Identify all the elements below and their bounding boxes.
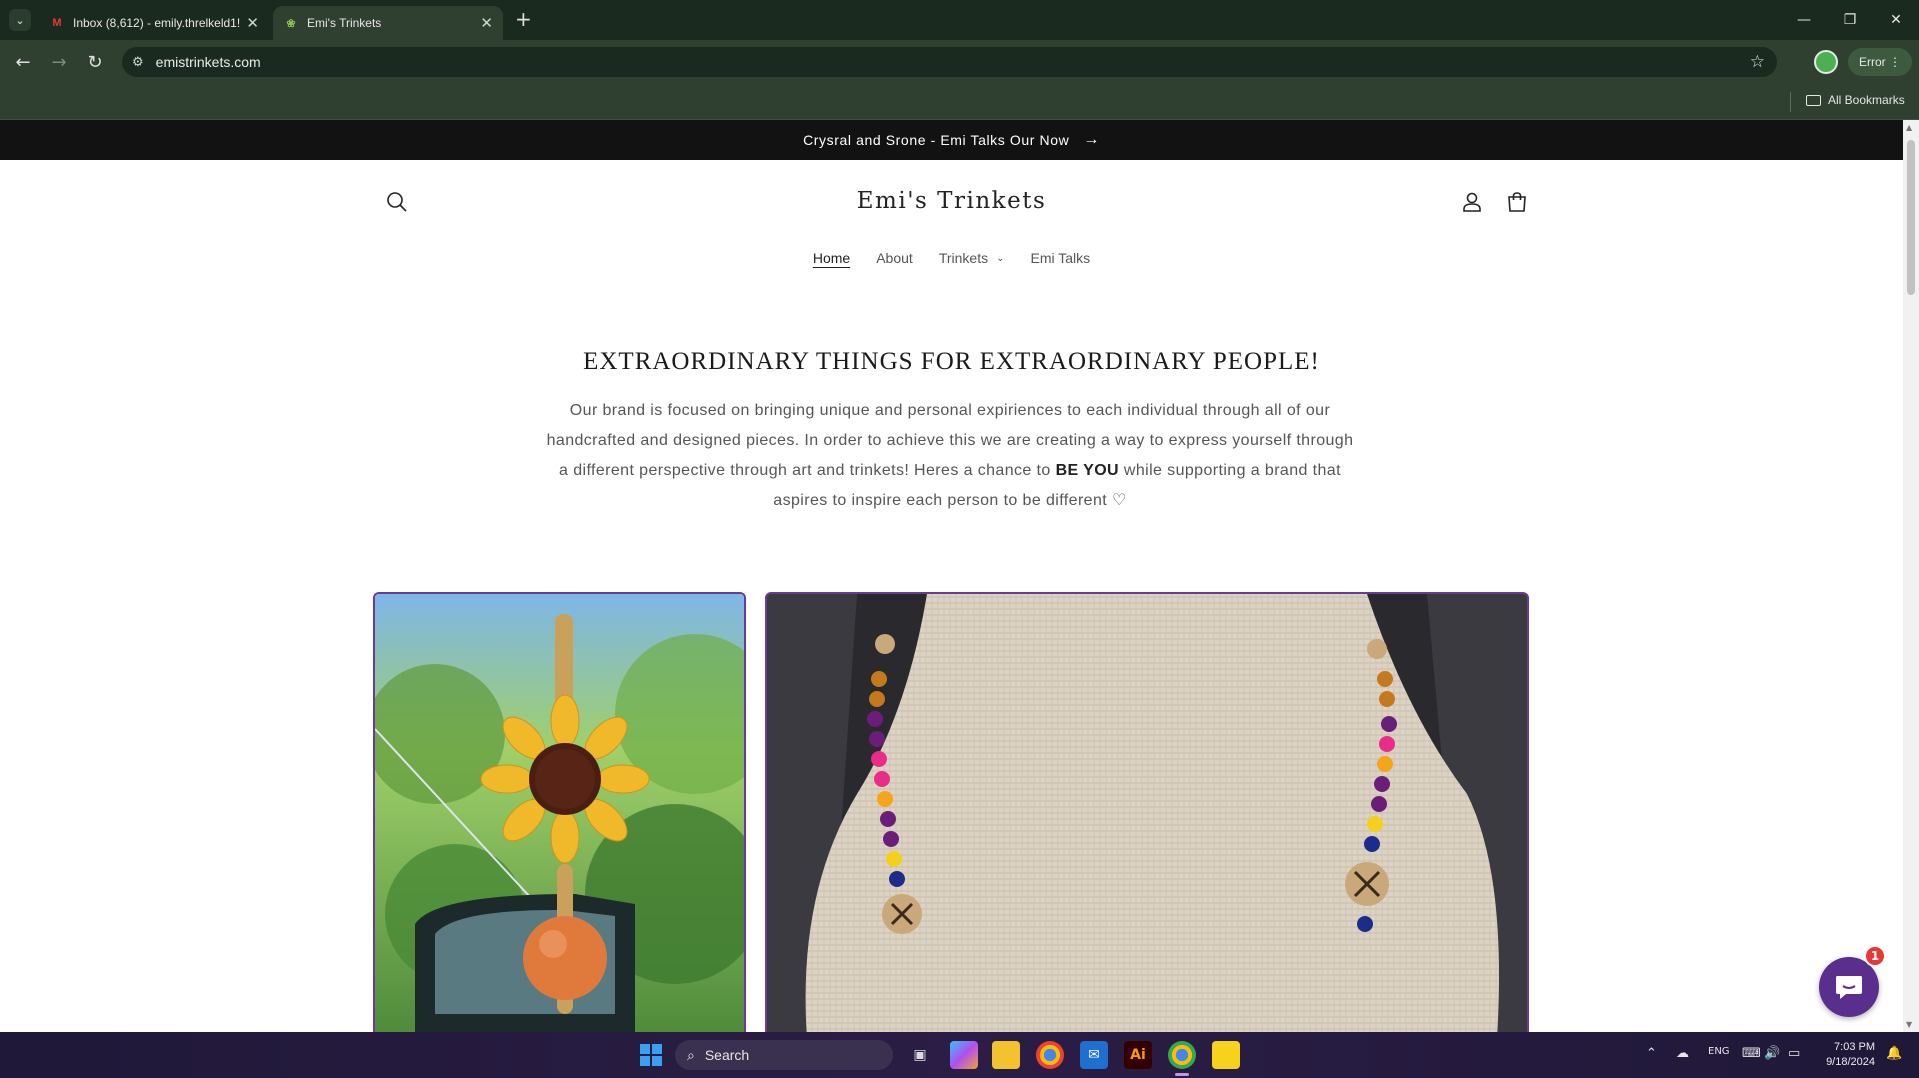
- file-explorer-icon[interactable]: [992, 1041, 1020, 1069]
- close-window-icon[interactable]: ✕: [1873, 0, 1919, 40]
- hero-intro-text: Our brand is focused on bringing unique …: [540, 396, 1360, 516]
- announcement-text: Crysral and Srone - Emi Talks Our Now: [803, 132, 1070, 148]
- task-view-icon[interactable]: ▣: [906, 1041, 934, 1069]
- nav-emi-talks[interactable]: Emi Talks: [1030, 250, 1090, 266]
- close-tab-icon[interactable]: ✕: [480, 14, 493, 32]
- minimize-icon[interactable]: —: [1781, 0, 1827, 40]
- error-label: Error: [1858, 55, 1886, 69]
- sticky-notes-icon[interactable]: [1212, 1041, 1240, 1069]
- chrome-profile-icon[interactable]: [1168, 1041, 1196, 1069]
- tab-emis-trinkets[interactable]: ❀ Emi's Trinkets ✕: [273, 6, 503, 40]
- restore-icon[interactable]: ❐: [1827, 0, 1873, 40]
- illustrator-icon[interactable]: Ai: [1124, 1041, 1152, 1069]
- address-bar[interactable]: ⚙ emistrinkets.com ☆: [122, 47, 1777, 77]
- network-icon[interactable]: ⌨: [1742, 1046, 1761, 1061]
- clock-time: 7:03 PM: [1834, 1041, 1875, 1053]
- mail-icon[interactable]: ✉: [1080, 1041, 1108, 1069]
- product-image-sunflower-trinket[interactable]: [373, 592, 746, 1032]
- onedrive-icon[interactable]: ☁: [1676, 1046, 1689, 1061]
- url-text: emistrinkets.com: [155, 54, 261, 70]
- active-app-indicator: [1175, 1073, 1189, 1076]
- notifications-bell-icon[interactable]: 🔔: [1886, 1046, 1902, 1061]
- show-hidden-icons-icon[interactable]: ⌃: [1646, 1046, 1657, 1061]
- taskbar-search-box[interactable]: ⌕ Search: [675, 1040, 893, 1070]
- chat-notification-badge: 1: [1864, 945, 1886, 967]
- cart-icon[interactable]: [1505, 190, 1529, 214]
- divider: [1790, 92, 1791, 112]
- browser-toolbar: ← → ↻ ⚙ emistrinkets.com ☆ Error ⋮: [0, 40, 1919, 84]
- announcement-bar[interactable]: Crysral and Srone - Emi Talks Our Now →: [0, 120, 1903, 160]
- profile-error-button[interactable]: Error ⋮: [1848, 48, 1912, 76]
- scrollbar-thumb[interactable]: [1907, 140, 1915, 295]
- arrow-right-icon: →: [1083, 131, 1100, 148]
- folder-icon: [1806, 94, 1821, 106]
- battery-icon[interactable]: ▭: [1788, 1046, 1800, 1061]
- scroll-up-arrow-icon[interactable]: ▲: [1906, 123, 1912, 132]
- nav-home[interactable]: Home: [813, 250, 850, 266]
- tab-gmail[interactable]: M Inbox (8,612) - emily.threlkeld1! ✕: [39, 6, 269, 40]
- nav-about[interactable]: About: [876, 250, 913, 266]
- profile-avatar[interactable]: [1814, 50, 1838, 74]
- chevron-down-icon: ⌄: [996, 252, 1005, 264]
- forward-icon[interactable]: →: [42, 45, 76, 79]
- tab-title: Emi's Trinkets: [307, 16, 382, 30]
- gmail-icon: M: [52, 17, 62, 29]
- volume-icon[interactable]: 🔊: [1764, 1046, 1780, 1061]
- system-clock[interactable]: 7:03 PM 9/18/2024: [1815, 1040, 1875, 1070]
- site-logo[interactable]: Emi's Trinkets: [0, 188, 1903, 214]
- bookmarks-bar: All Bookmarks: [0, 84, 1919, 120]
- all-bookmarks-label: All Bookmarks: [1828, 93, 1905, 107]
- product-image-beaded-necklace[interactable]: [765, 592, 1529, 1032]
- taskbar-search-label: Search: [704, 1047, 750, 1063]
- chrome-icon[interactable]: [1036, 1041, 1064, 1069]
- language-icon[interactable]: ENG: [1708, 1046, 1730, 1057]
- new-tab-button[interactable]: +: [515, 7, 532, 31]
- sunflower-trinket-photo: [375, 594, 744, 1032]
- back-icon[interactable]: ←: [6, 45, 40, 79]
- main-navigation: Home About Trinkets ⌄ Emi Talks: [0, 250, 1903, 266]
- browser-tab-strip: ⌄ M Inbox (8,612) - emily.threlkeld1! ✕ …: [0, 0, 1919, 40]
- hero-headline: EXTRAORDINARY THINGS FOR EXTRAORDINARY P…: [583, 348, 1320, 375]
- window-controls: — ❐ ✕: [1781, 0, 1919, 40]
- intro-bold-text: BE YOU: [1055, 462, 1120, 479]
- close-tab-icon[interactable]: ✕: [246, 14, 259, 32]
- bookmark-star-icon[interactable]: ☆: [1750, 52, 1765, 72]
- account-icon[interactable]: [1460, 190, 1484, 214]
- shop-icon: ❀: [286, 17, 296, 30]
- tab-search-button[interactable]: ⌄: [9, 9, 31, 31]
- nav-trinkets[interactable]: Trinkets ⌄: [939, 250, 1005, 266]
- clock-date: 9/18/2024: [1826, 1056, 1875, 1068]
- chat-bubble-icon: [1836, 976, 1862, 999]
- scroll-down-arrow-icon[interactable]: ▼: [1906, 1020, 1912, 1029]
- web-page: Crysral and Srone - Emi Talks Our Now → …: [0, 120, 1903, 1032]
- reload-icon[interactable]: ↻: [78, 45, 112, 79]
- copilot-icon[interactable]: [950, 1041, 978, 1069]
- site-settings-icon[interactable]: ⚙: [132, 54, 144, 70]
- tab-title: Inbox (8,612) - emily.threlkeld1!: [73, 16, 241, 30]
- beaded-necklace-photo: [767, 594, 1527, 1032]
- search-icon: ⌕: [687, 1046, 695, 1063]
- nav-trinkets-label: Trinkets: [938, 250, 989, 266]
- windows-start-icon[interactable]: [637, 1041, 665, 1069]
- page-scrollbar[interactable]: ▲ ▼: [1903, 120, 1919, 1032]
- windows-taskbar: ⌕ Search ▣ ✉ Ai ⌃ ☁ ENG ⌨ 🔊 ▭ 7:03 PM 9/…: [0, 1032, 1919, 1078]
- all-bookmarks-button[interactable]: All Bookmarks: [1806, 93, 1905, 107]
